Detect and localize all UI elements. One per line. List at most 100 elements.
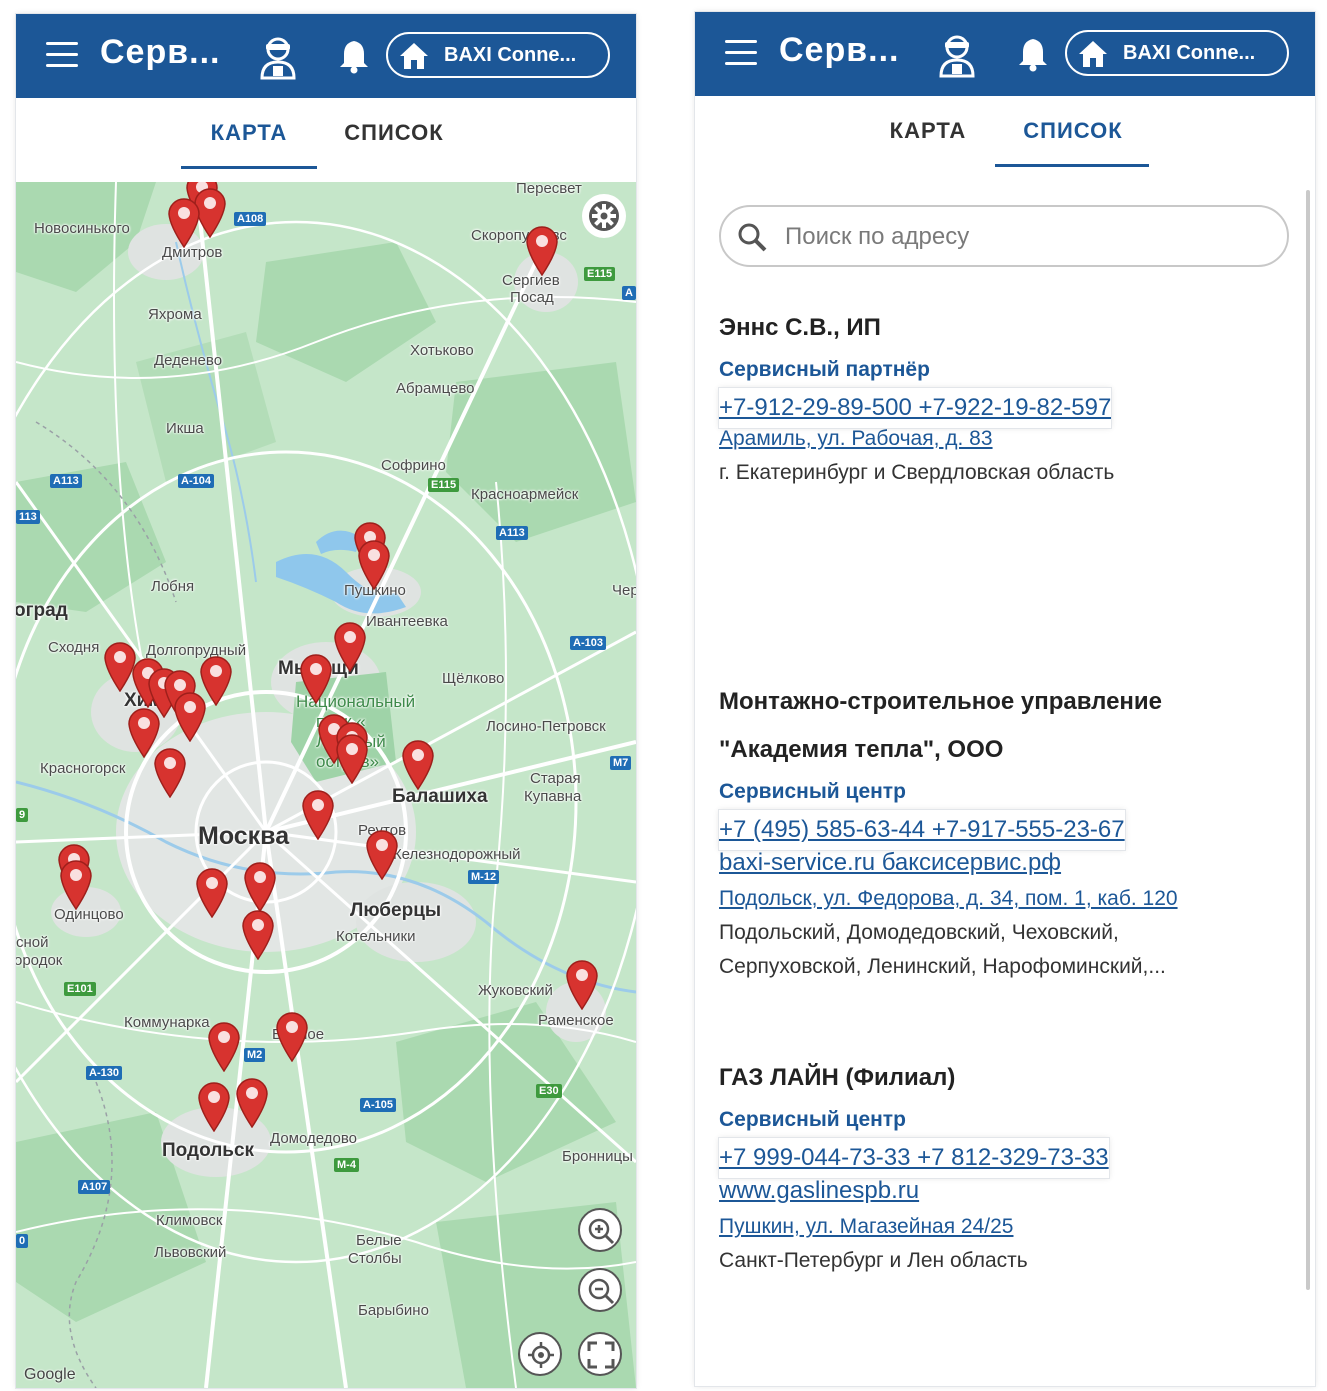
- home-selector-button[interactable]: BAXI Conne...: [1065, 30, 1289, 76]
- road-shield: A107: [78, 1180, 111, 1194]
- map-label: Сходня: [48, 639, 100, 656]
- hamburger-menu-icon[interactable]: [725, 40, 757, 66]
- map-pin-icon[interactable]: [298, 652, 334, 704]
- map-view[interactable]: Новосинького Дмитров Пересвет Скоропуско…: [16, 182, 636, 1388]
- engineer-icon[interactable]: [256, 34, 300, 80]
- view-tabs: КАРТА СПИСОК: [695, 96, 1315, 180]
- gear-icon: [589, 201, 619, 231]
- map-pin-icon[interactable]: [234, 1076, 270, 1128]
- bell-icon[interactable]: [338, 38, 370, 74]
- map-pin-icon[interactable]: [400, 738, 436, 790]
- service-region: г. Екатеринбург и Свердловская область: [719, 461, 1115, 484]
- company-name: Эннс С.В., ИП: [719, 314, 881, 341]
- company-type: Сервисный центр: [719, 780, 906, 803]
- road-shield: 113: [16, 510, 40, 524]
- map-label: Домодедово: [270, 1130, 357, 1147]
- tab-map[interactable]: КАРТА: [179, 120, 319, 146]
- map-label: Люберцы: [350, 900, 442, 921]
- bell-icon[interactable]: [1017, 36, 1049, 72]
- address-search[interactable]: [719, 205, 1289, 267]
- map-label: Щёлково: [442, 670, 505, 687]
- active-tab-indicator: [181, 166, 317, 169]
- home-selector-label: BAXI Conne...: [1123, 42, 1256, 64]
- map-pin-icon[interactable]: [564, 958, 600, 1010]
- company-name: ГАЗ ЛАЙН (Филиал): [719, 1064, 956, 1091]
- zoom-in-button[interactable]: [578, 1208, 622, 1252]
- map-pin-icon[interactable]: [332, 620, 368, 672]
- map-label: Львовский: [154, 1244, 227, 1261]
- map-pin-icon[interactable]: [300, 788, 336, 840]
- map-pin-icon[interactable]: [364, 828, 400, 880]
- home-icon: [400, 43, 428, 69]
- map-label: Пересвет: [516, 182, 582, 197]
- service-list[interactable]: Эннс С.В., ИП Сервисный партнёр +7-912-2…: [695, 180, 1315, 1386]
- phone-link[interactable]: +7 999-044-73-33 +7 812-329-73-33: [719, 1138, 1109, 1178]
- tab-list[interactable]: СПИСОК: [324, 120, 464, 146]
- map-pin-icon[interactable]: [206, 1020, 242, 1072]
- map-label: Раменское: [538, 1012, 614, 1029]
- phone-link[interactable]: +7-912-29-89-500 +7-922-19-82-597: [719, 388, 1112, 428]
- map-label: Красноармейск: [471, 486, 579, 503]
- map-label: сной: [16, 934, 49, 951]
- map-label: Старая: [530, 770, 581, 787]
- address-link[interactable]: Пушкин, ул. Магазейная 24/25: [719, 1210, 1289, 1244]
- scrollbar[interactable]: [1306, 190, 1310, 1290]
- road-shield: E30: [536, 1084, 562, 1098]
- map-label: Коммунарка: [124, 1014, 210, 1031]
- map-label: Ивантеевка: [366, 613, 448, 630]
- map-label: Лосино-Петровск: [486, 718, 606, 735]
- map-label: Подольск: [162, 1140, 255, 1161]
- road-shield: E115: [428, 478, 460, 492]
- map-pin-icon[interactable]: [356, 538, 392, 590]
- map-label: Котельники: [336, 928, 416, 945]
- map-label: Хотьково: [410, 342, 474, 359]
- road-shield: 0: [16, 1234, 29, 1248]
- home-selector-button[interactable]: BAXI Conne...: [386, 32, 610, 78]
- road-shield: A-103: [570, 636, 606, 650]
- map-label: Новосинького: [34, 220, 130, 237]
- map-label: Яхрома: [148, 306, 202, 323]
- map-label: Абрамцево: [396, 380, 475, 397]
- map-screen: Серв... BAXI Conne... КАРТА СПИСОК Новос…: [16, 14, 636, 1388]
- map-label: оград: [16, 600, 68, 621]
- map-label: Столбы: [348, 1250, 402, 1267]
- google-logo: Google: [24, 1366, 76, 1383]
- map-pin-icon[interactable]: [58, 858, 94, 910]
- address-link[interactable]: Подольск, ул. Федорова, д. 34, пом. 1, к…: [719, 882, 1289, 916]
- road-shield: A-105: [360, 1098, 396, 1112]
- phone-link[interactable]: +7 (495) 585-63-44 +7-917-555-23-67: [719, 810, 1125, 850]
- map-pin-icon[interactable]: [172, 690, 208, 742]
- fullscreen-button[interactable]: [578, 1332, 622, 1376]
- tab-list[interactable]: СПИСОК: [1003, 118, 1143, 144]
- company-type: Сервисный центр: [719, 1108, 906, 1131]
- map-pin-icon[interactable]: [242, 860, 278, 912]
- map-pin-icon[interactable]: [524, 224, 560, 276]
- map-pin-icon[interactable]: [196, 1080, 232, 1132]
- map-label: Москва: [198, 822, 290, 850]
- map-label: Климовск: [156, 1212, 223, 1229]
- map-label: Красногорск: [40, 760, 126, 777]
- map-pin-icon[interactable]: [334, 732, 370, 784]
- home-selector-label: BAXI Conne...: [444, 44, 577, 66]
- app-header: Серв... BAXI Conne...: [16, 14, 636, 98]
- map-settings-button[interactable]: [582, 194, 626, 238]
- my-location-button[interactable]: [518, 1332, 562, 1376]
- map-pin-icon[interactable]: [194, 866, 230, 918]
- tab-map[interactable]: КАРТА: [858, 118, 998, 144]
- hamburger-menu-icon[interactable]: [46, 42, 78, 68]
- road-shield: A-104: [178, 474, 214, 488]
- road-shield: E115: [584, 267, 616, 281]
- map-pin-icon[interactable]: [166, 196, 202, 248]
- map-label: Посад: [510, 289, 554, 306]
- engineer-icon[interactable]: [935, 32, 979, 78]
- active-tab-indicator: [995, 164, 1149, 167]
- road-shield: M-4: [334, 1158, 359, 1172]
- map-pin-icon[interactable]: [274, 1010, 310, 1062]
- map-pin-icon[interactable]: [152, 746, 188, 798]
- road-shield: A: [622, 286, 636, 300]
- road-shield: M-12: [468, 870, 500, 884]
- address-search-input[interactable]: [783, 217, 1267, 257]
- zoom-out-button[interactable]: [578, 1268, 622, 1312]
- map-pin-icon[interactable]: [240, 908, 276, 960]
- company-name-line2: "Академия тепла", ООО: [719, 736, 1004, 763]
